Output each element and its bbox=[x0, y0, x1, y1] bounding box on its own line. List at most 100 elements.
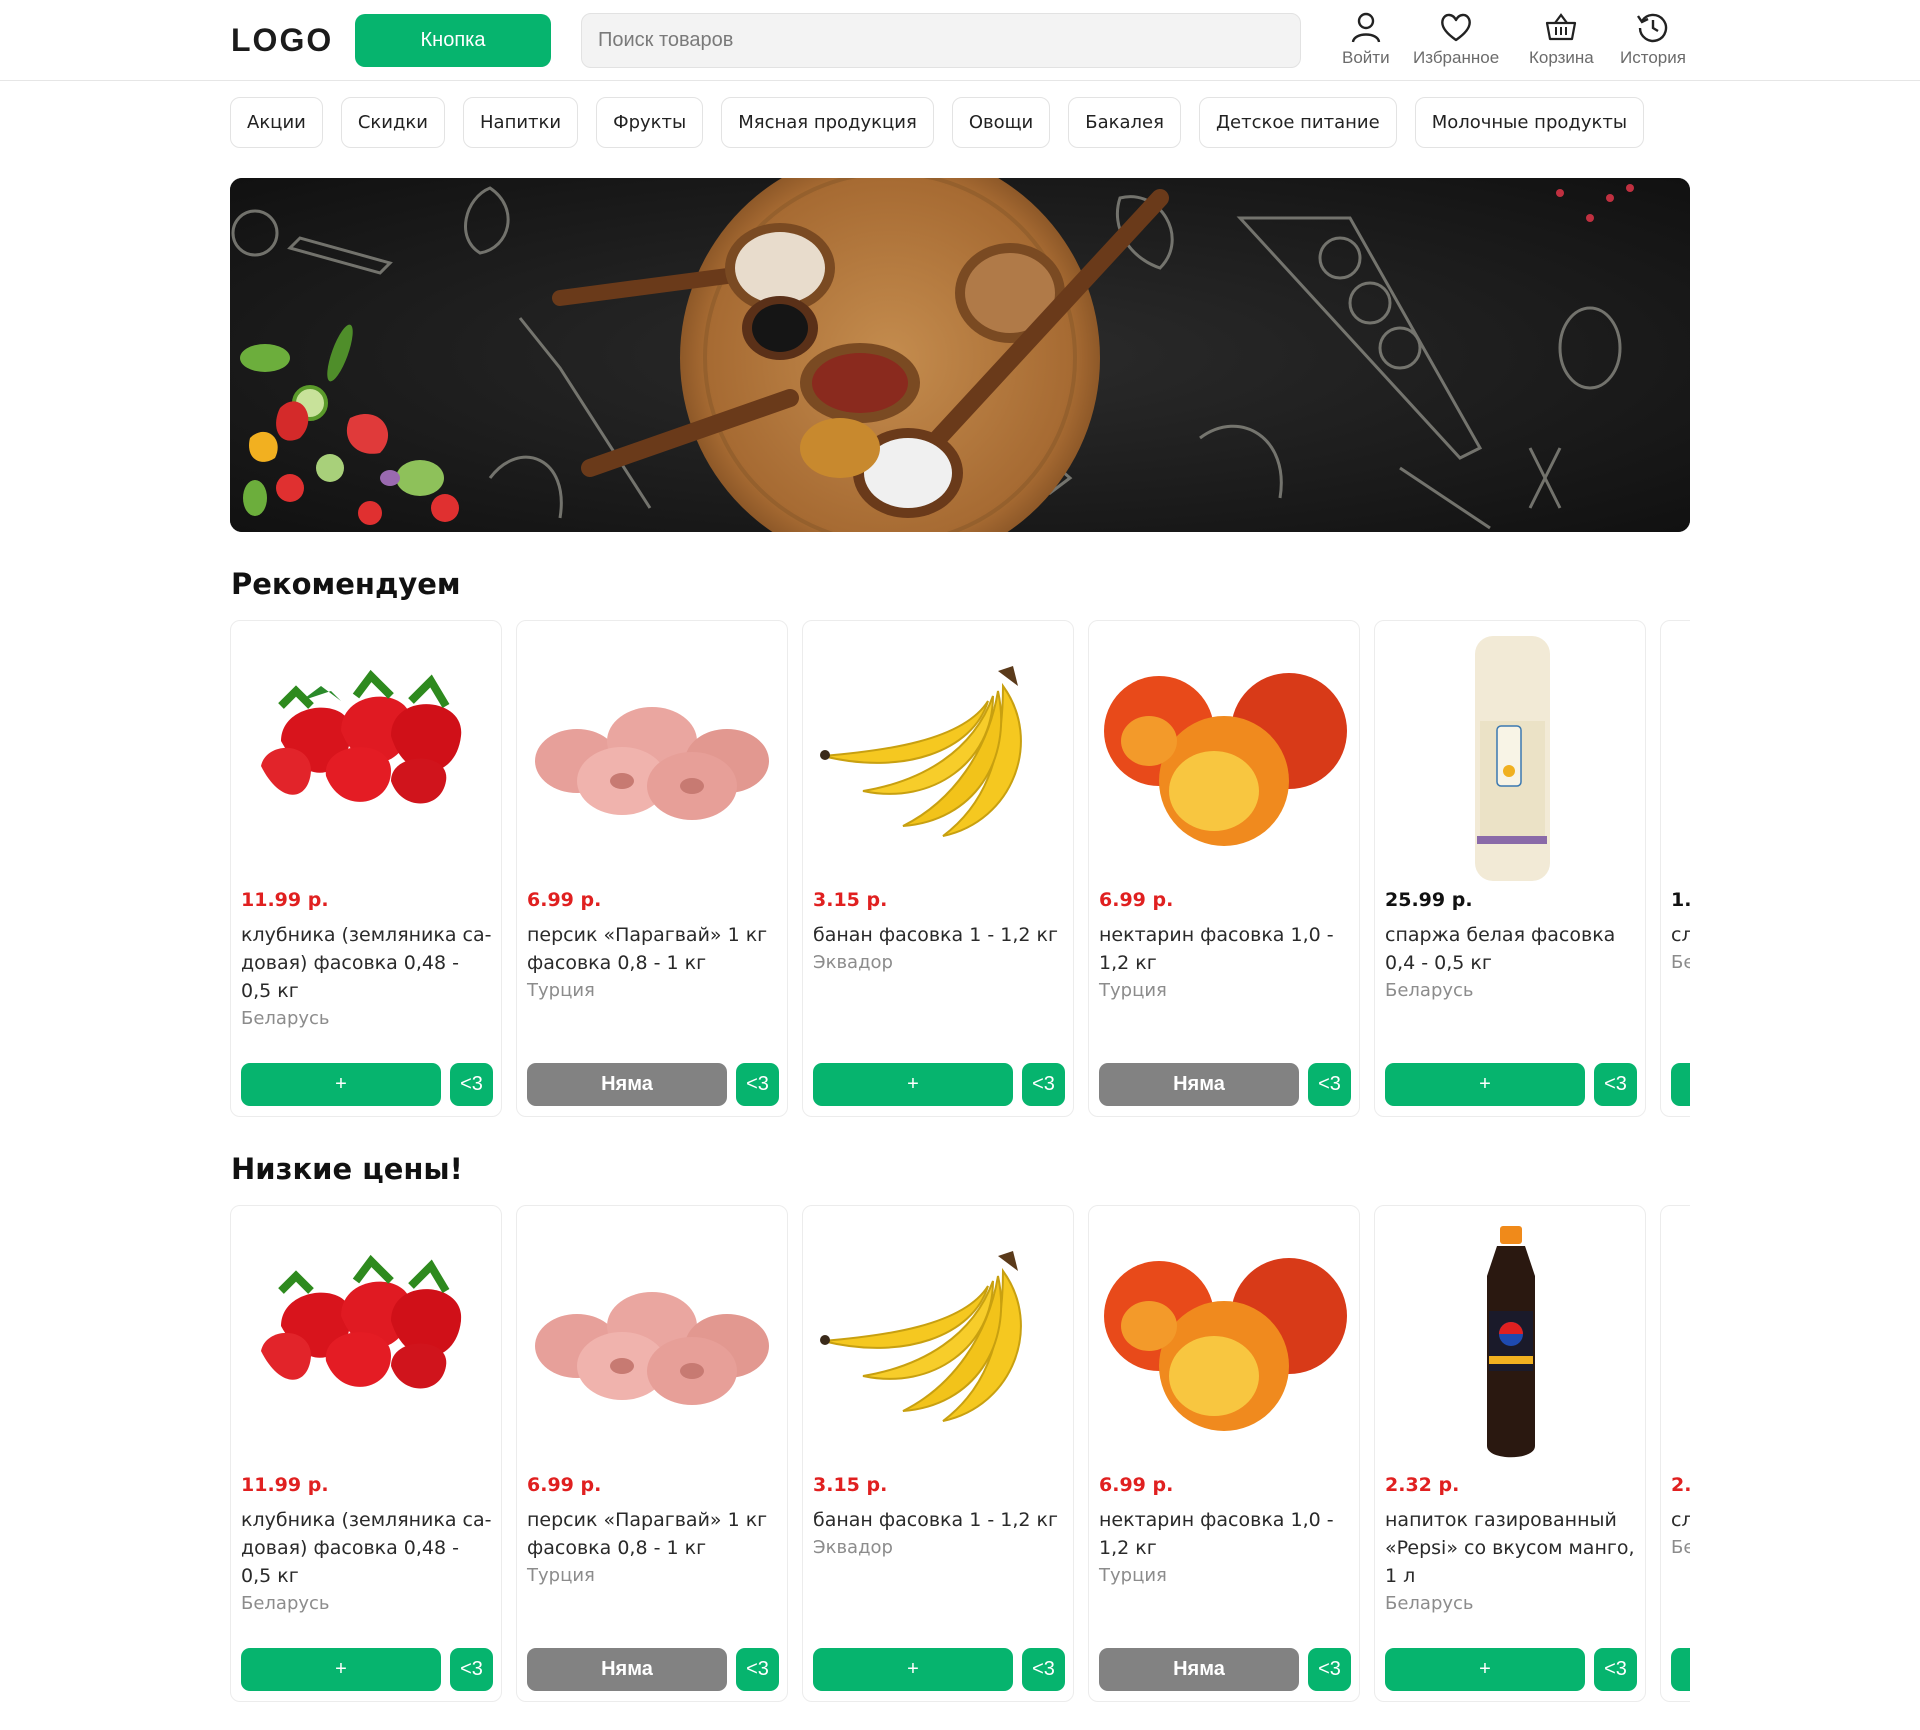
category-chip[interactable]: Овощи bbox=[951, 97, 1051, 148]
product-card[interactable]: 1.7 сли ли: Бел bbox=[1660, 620, 1690, 1117]
add-to-cart-button[interactable] bbox=[1671, 1648, 1690, 1691]
product-name-block: банан фасовка 1 - 1,2 кг Эквадор bbox=[813, 1506, 1065, 1562]
favorite-button[interactable]: <3 bbox=[1022, 1648, 1065, 1691]
product-name-block: банан фасовка 1 - 1,2 кг Эквадор bbox=[813, 921, 1065, 977]
add-to-cart-button[interactable]: + bbox=[241, 1648, 441, 1691]
favorite-button[interactable]: <3 bbox=[450, 1063, 493, 1106]
strawberry-image bbox=[261, 1254, 462, 1389]
favorite-button[interactable]: <3 bbox=[450, 1648, 493, 1691]
top-header: LOGO Кнопка Войти Избранное Корзина Исто… bbox=[0, 0, 1920, 81]
nav-favorites[interactable]: Избранное bbox=[1413, 10, 1499, 68]
category-chip[interactable]: Бакалея bbox=[1068, 97, 1181, 148]
nectarine-image bbox=[1104, 673, 1347, 846]
basket-icon bbox=[1546, 13, 1577, 41]
product-name[interactable]: нектарин фасовка 1,0 - 1,2 кг bbox=[1099, 924, 1334, 974]
header-button[interactable]: Кнопка bbox=[355, 14, 551, 67]
category-chip[interactable]: Фрукты bbox=[596, 97, 704, 148]
favorite-button[interactable]: <3 bbox=[1022, 1063, 1065, 1106]
product-card[interactable]: 3.15 р. банан фасовка 1 - 1,2 кг Эквадор… bbox=[802, 1205, 1074, 1702]
nav-login[interactable]: Войти bbox=[1342, 10, 1390, 68]
product-card[interactable]: 3.15 р. банан фасовка 1 - 1,2 кг Эквадор… bbox=[802, 620, 1074, 1117]
nav-cart[interactable]: Корзина bbox=[1529, 10, 1594, 68]
section-title-low-prices: Низкие цены! bbox=[231, 1152, 463, 1186]
add-to-cart-button[interactable]: + bbox=[1385, 1648, 1585, 1691]
category-chip[interactable]: Детское питание bbox=[1198, 97, 1397, 148]
out-of-stock-button[interactable]: Няма bbox=[527, 1648, 727, 1691]
favorite-button[interactable]: <3 bbox=[1594, 1648, 1637, 1691]
product-name-block: спаржа белая фасовка 0,4 - 0,5 кг Белару… bbox=[1385, 921, 1637, 1005]
banner-image bbox=[230, 178, 1690, 532]
favorite-button[interactable]: <3 bbox=[1594, 1063, 1637, 1106]
product-card[interactable]: 6.99 р. персик «Парагвай» 1 кг фасовка 0… bbox=[516, 1205, 788, 1702]
add-to-cart-button[interactable]: + bbox=[813, 1648, 1013, 1691]
category-chip[interactable]: Мясная продукция bbox=[721, 97, 934, 148]
heart-icon bbox=[1441, 13, 1471, 42]
section-title-recommended: Рекомендуем bbox=[231, 567, 461, 601]
add-to-cart-button[interactable] bbox=[1671, 1063, 1690, 1106]
product-card[interactable]: 25.99 р. спаржа белая фасовка 0,4 - 0,5 … bbox=[1374, 620, 1646, 1117]
product-name[interactable]: нектарин фасовка 1,0 - 1,2 кг bbox=[1099, 1509, 1334, 1559]
banana-image bbox=[820, 1251, 1022, 1422]
product-name[interactable]: клубника (земляника са-довая) фасовка 0,… bbox=[241, 924, 492, 1002]
product-card[interactable]: 2.9 сли Ваі ваі Бел bbox=[1660, 1205, 1690, 1702]
product-origin: Беларусь bbox=[241, 1008, 330, 1029]
product-name-block: сли Ваі ваі Бел bbox=[1671, 1506, 1690, 1562]
product-origin: Беларусь bbox=[241, 1593, 330, 1614]
product-price: 6.99 р. bbox=[1099, 1474, 1174, 1496]
category-chip[interactable]: Скидки bbox=[340, 97, 445, 148]
product-origin: Беларусь bbox=[1385, 980, 1474, 1001]
product-name-block: персик «Парагвай» 1 кг фасовка 0,8 - 1 к… bbox=[527, 921, 779, 1005]
nav-login-label: Войти bbox=[1342, 48, 1390, 67]
product-name[interactable]: персик «Парагвай» 1 кг фасовка 0,8 - 1 к… bbox=[527, 924, 767, 974]
peach-image bbox=[535, 1292, 769, 1405]
logo[interactable]: LOGO bbox=[231, 22, 333, 59]
favorite-button[interactable]: <3 bbox=[736, 1648, 779, 1691]
add-to-cart-button[interactable]: + bbox=[813, 1063, 1013, 1106]
product-row-low-prices: 11.99 р. клубника (земляника са-довая) ф… bbox=[230, 1205, 1690, 1705]
out-of-stock-button[interactable]: Няма bbox=[1099, 1063, 1299, 1106]
product-name[interactable]: сли ли: bbox=[1671, 924, 1690, 946]
promo-banner[interactable] bbox=[230, 178, 1690, 532]
product-card[interactable]: 11.99 р. клубника (земляника са-довая) ф… bbox=[230, 620, 502, 1117]
category-chip[interactable]: Акции bbox=[230, 97, 323, 148]
product-name[interactable]: напиток газированный «Pepsi» со вкусом м… bbox=[1385, 1509, 1635, 1587]
product-name[interactable]: банан фасовка 1 - 1,2 кг bbox=[813, 1509, 1058, 1531]
product-price: 6.99 р. bbox=[1099, 889, 1174, 911]
category-chip[interactable]: Напитки bbox=[463, 97, 579, 148]
product-name-block: клубника (земляника са-довая) фасовка 0,… bbox=[241, 921, 493, 1033]
product-name-block: напиток газированный «Pepsi» со вкусом м… bbox=[1385, 1506, 1637, 1618]
category-chip[interactable]: Молочные продукты bbox=[1414, 97, 1645, 148]
product-name-block: клубника (земляника са-довая) фасовка 0,… bbox=[241, 1506, 493, 1618]
product-price: 6.99 р. bbox=[527, 889, 602, 911]
product-origin: Турция bbox=[527, 980, 595, 1001]
product-price: 11.99 р. bbox=[241, 889, 329, 911]
nav-history[interactable]: История bbox=[1620, 10, 1686, 68]
product-origin: Турция bbox=[1099, 980, 1167, 1001]
user-icon bbox=[1351, 12, 1380, 43]
product-card[interactable]: 11.99 р. клубника (земляника са-довая) ф… bbox=[230, 1205, 502, 1702]
favorite-button[interactable]: <3 bbox=[1308, 1063, 1351, 1106]
product-origin: Турция bbox=[527, 1565, 595, 1586]
nav-history-label: История bbox=[1620, 48, 1686, 67]
product-name[interactable]: клубника (земляника са-довая) фасовка 0,… bbox=[241, 1509, 492, 1587]
product-name[interactable]: спаржа белая фасовка 0,4 - 0,5 кг bbox=[1385, 924, 1615, 974]
out-of-stock-button[interactable]: Няма bbox=[527, 1063, 727, 1106]
product-card[interactable]: 2.32 р. напиток газированный «Pepsi» со … bbox=[1374, 1205, 1646, 1702]
product-name[interactable]: сли Ваі ваі bbox=[1671, 1509, 1690, 1531]
add-to-cart-button[interactable]: + bbox=[241, 1063, 441, 1106]
favorite-button[interactable]: <3 bbox=[1308, 1648, 1351, 1691]
asparagus-image bbox=[1475, 636, 1550, 881]
peach-image bbox=[535, 707, 769, 820]
product-card[interactable]: 6.99 р. нектарин фасовка 1,0 - 1,2 кг Ту… bbox=[1088, 1205, 1360, 1702]
product-card[interactable]: 6.99 р. нектарин фасовка 1,0 - 1,2 кг Ту… bbox=[1088, 620, 1360, 1117]
out-of-stock-button[interactable]: Няма bbox=[1099, 1648, 1299, 1691]
nectarine-image bbox=[1104, 1258, 1347, 1431]
add-to-cart-button[interactable]: + bbox=[1385, 1063, 1585, 1106]
product-card[interactable]: 6.99 р. персик «Парагвай» 1 кг фасовка 0… bbox=[516, 620, 788, 1117]
favorite-button[interactable]: <3 bbox=[736, 1063, 779, 1106]
product-name[interactable]: банан фасовка 1 - 1,2 кг bbox=[813, 924, 1058, 946]
product-origin: Эквадор bbox=[813, 952, 893, 973]
search-input[interactable] bbox=[581, 13, 1301, 68]
product-name[interactable]: персик «Парагвай» 1 кг фасовка 0,8 - 1 к… bbox=[527, 1509, 767, 1559]
pepsi-bottle-image bbox=[1487, 1226, 1535, 1458]
